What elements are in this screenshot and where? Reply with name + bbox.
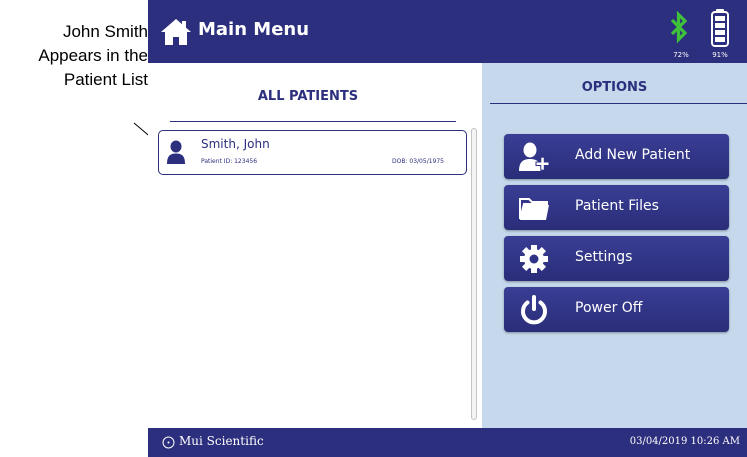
- power-off-label: Power Off: [575, 300, 643, 316]
- patient-files-label: Patient Files: [575, 198, 659, 214]
- page-title: Main Menu: [198, 19, 310, 40]
- settings-button[interactable]: Settings: [504, 236, 729, 281]
- annotation-callout: John Smith Appears in the Patient List: [0, 20, 148, 92]
- power-off-button[interactable]: Power Off: [504, 287, 729, 332]
- folder-icon: [519, 198, 549, 220]
- divider: [170, 121, 456, 122]
- battery-icon: [711, 9, 729, 47]
- add-new-patient-button[interactable]: Add New Patient: [504, 134, 729, 179]
- add-person-icon: [519, 142, 550, 171]
- patient-list-heading: ALL PATIENTS: [257, 89, 359, 104]
- scrollbar[interactable]: [471, 128, 477, 420]
- patient-id: Patient ID: 123456: [201, 158, 258, 165]
- battery-percent: 91%: [712, 51, 728, 59]
- options-panel: OPTIONS Add New Patient Patient Files Se…: [482, 63, 747, 428]
- power-icon: [521, 295, 547, 325]
- home-icon[interactable]: [160, 18, 192, 46]
- scrollbar-thumb[interactable]: [471, 128, 477, 420]
- options-heading: OPTIONS: [581, 80, 648, 95]
- bluetooth-icon: [670, 10, 688, 44]
- annotation-line: Appears in the: [38, 46, 148, 65]
- gear-icon: [520, 245, 548, 273]
- patient-dob: DOB: 03/05/1975: [392, 158, 444, 165]
- patient-name: Smith, John: [201, 137, 270, 151]
- header-bar: Main Menu 72% 91%: [148, 0, 747, 63]
- device-screen: Main Menu 72% 91% ALL PATIENTS Smith, Jo…: [148, 0, 747, 457]
- add-new-patient-label: Add New Patient: [575, 147, 691, 163]
- patient-files-button[interactable]: Patient Files: [504, 185, 729, 230]
- brand-logo-icon: [162, 436, 175, 449]
- patient-list-item[interactable]: Smith, John Patient ID: 123456 DOB: 03/0…: [158, 130, 467, 175]
- divider: [490, 103, 747, 104]
- annotation-line: Patient List: [63, 70, 148, 89]
- footer-bar: Mui Scientific 03/04/2019 10:26 AM: [148, 428, 747, 457]
- bluetooth-percent: 72%: [673, 51, 689, 59]
- brand-name: Mui Scientific: [179, 434, 264, 448]
- person-icon: [167, 140, 185, 164]
- settings-label: Settings: [575, 249, 633, 265]
- patient-list-panel: ALL PATIENTS Smith, John Patient ID: 123…: [148, 63, 482, 428]
- annotation-line: John Smith: [62, 22, 148, 41]
- date-time: 03/04/2019 10:26 AM: [629, 436, 740, 447]
